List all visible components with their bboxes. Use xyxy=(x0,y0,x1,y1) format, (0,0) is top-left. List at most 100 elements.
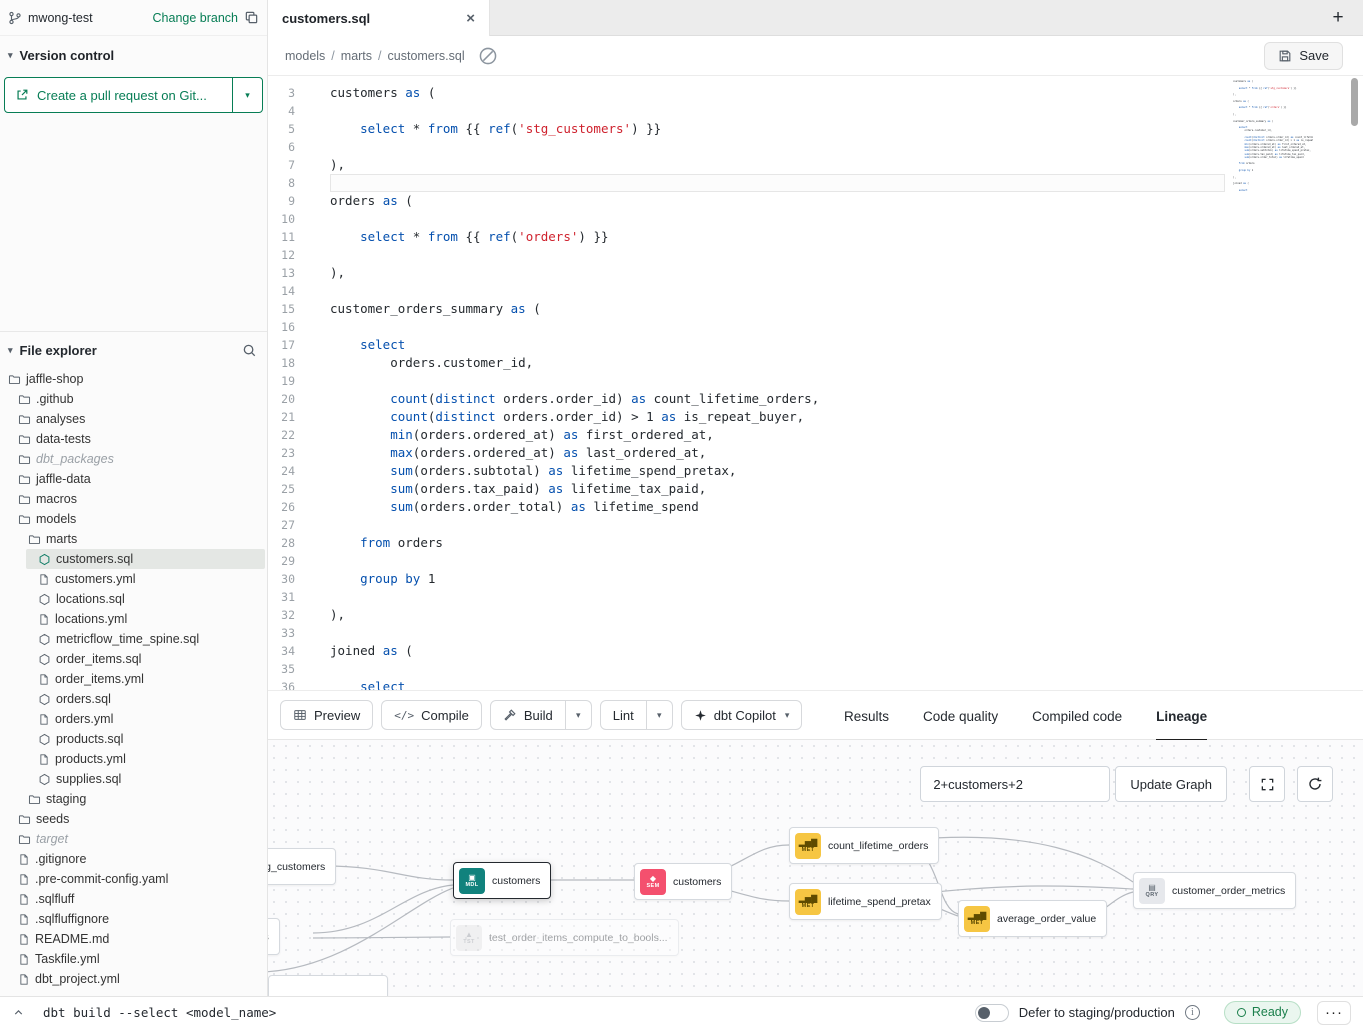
tree-item-metricflow_time_spine.sql[interactable]: metricflow_time_spine.sql xyxy=(0,629,267,649)
tree-item-products.sql[interactable]: products.sql xyxy=(0,729,267,749)
tree-item-.gitignore[interactable]: .gitignore xyxy=(0,849,267,869)
code-line-24: 24 sum(orders.subtotal) as lifetime_spen… xyxy=(268,462,1363,480)
code-editor[interactable]: 3customers as (45 select * from {{ ref('… xyxy=(268,76,1363,690)
version-control-header: ▾ Version control xyxy=(0,36,267,71)
tree-item-data-tests[interactable]: data-tests xyxy=(0,429,267,449)
chevron-down-icon[interactable]: ▾ xyxy=(8,346,13,355)
yml-icon xyxy=(38,673,50,686)
editor-scrollbar[interactable] xyxy=(1351,78,1358,126)
editor-minimap[interactable]: customers as ( select * from {{ ref('stg… xyxy=(1233,80,1313,212)
build-dropdown-button[interactable]: ▾ xyxy=(566,700,592,730)
new-tab-button[interactable]: + xyxy=(1325,5,1351,31)
tab-customers-sql[interactable]: customers.sql × xyxy=(268,0,490,36)
dbt-copilot-button[interactable]: dbt Copilot ▾ xyxy=(681,700,803,730)
build-button[interactable]: Build xyxy=(490,700,566,730)
lineage-node-test_order_items_compute_to_bools-[interactable]: ▲TSTtest_order_items_compute_to_bools... xyxy=(450,919,679,956)
lineage-node-customer_order_metrics[interactable]: ▤QRYcustomer_order_metrics xyxy=(1133,872,1296,909)
lint-dropdown-button[interactable]: ▾ xyxy=(647,700,673,730)
close-tab-icon[interactable]: × xyxy=(466,11,475,26)
fullscreen-button[interactable] xyxy=(1249,766,1285,802)
tree-item-.github[interactable]: .github xyxy=(0,389,267,409)
tab-compiled-code[interactable]: Compiled code xyxy=(1032,691,1122,741)
tree-item-orders.sql[interactable]: orders.sql xyxy=(0,689,267,709)
chevron-up-icon[interactable] xyxy=(12,1006,25,1019)
code-line-25: 25 sum(orders.tax_paid) as lifetime_tax_… xyxy=(268,480,1363,498)
tree-item-order_items.sql[interactable]: order_items.sql xyxy=(0,649,267,669)
tree-item-customers.sql[interactable]: customers.sql xyxy=(0,549,267,569)
tree-item-jaffle-shop[interactable]: jaffle-shop xyxy=(0,369,267,389)
tree-item-Taskfile.yml[interactable]: Taskfile.yml xyxy=(0,949,267,969)
tree-item-label: seeds xyxy=(36,812,69,826)
create-pr-button[interactable]: Create a pull request on Git... xyxy=(5,78,232,112)
tree-item-macros[interactable]: macros xyxy=(0,489,267,509)
tree-item-label: jaffle-data xyxy=(36,472,91,486)
lineage-node-customers[interactable]: ▣MDLcustomers xyxy=(453,862,551,899)
tree-item-orders.yml[interactable]: orders.yml xyxy=(0,709,267,729)
line-number: 33 xyxy=(268,624,305,642)
tree-item-target[interactable]: target xyxy=(0,829,267,849)
tree-item-marts[interactable]: marts xyxy=(0,529,267,549)
lineage-selector-input[interactable] xyxy=(920,766,1110,802)
tree-item-staging[interactable]: staging xyxy=(0,789,267,809)
tree-item-.pre-commit-config.yaml[interactable]: .pre-commit-config.yaml xyxy=(0,869,267,889)
command-input[interactable]: dbt build --select <model_name> xyxy=(43,1005,276,1020)
tree-item-locations.yml[interactable]: locations.yml xyxy=(0,609,267,629)
model-icon xyxy=(38,773,51,786)
tree-item-products.yml[interactable]: products.yml xyxy=(0,749,267,769)
tree-item-dbt_packages[interactable]: dbt_packages xyxy=(0,449,267,469)
chevron-down-icon[interactable]: ▾ xyxy=(8,51,13,60)
lineage-node-count_lifetime_orders[interactable]: ▂▅▇METcount_lifetime_orders xyxy=(789,827,939,864)
change-branch-link[interactable]: Change branch xyxy=(153,11,238,25)
compile-button[interactable]: </> Compile xyxy=(381,700,482,730)
tree-item-locations.sql[interactable]: locations.sql xyxy=(0,589,267,609)
preview-button[interactable]: Preview xyxy=(280,700,373,730)
lint-button[interactable]: Lint xyxy=(600,700,647,730)
editor-tab-bar: customers.sql × + xyxy=(268,0,1363,36)
update-graph-button[interactable]: Update Graph xyxy=(1115,766,1227,802)
line-number: 24 xyxy=(268,462,305,480)
line-number: 36 xyxy=(268,678,305,690)
circle-slash-icon[interactable] xyxy=(477,45,499,67)
create-pr-dropdown-button[interactable]: ▾ xyxy=(232,78,262,112)
defer-toggle[interactable] xyxy=(975,1004,1009,1022)
tree-item-.sqlfluffignore[interactable]: .sqlfluffignore xyxy=(0,909,267,929)
tab-code-quality[interactable]: Code quality xyxy=(923,691,998,741)
tree-item-README.md[interactable]: README.md xyxy=(0,929,267,949)
line-number: 32 xyxy=(268,606,305,624)
tree-item-analyses[interactable]: analyses xyxy=(0,409,267,429)
more-menu-button[interactable]: ··· xyxy=(1317,1001,1351,1025)
tree-item-label: .pre-commit-config.yaml xyxy=(35,872,168,886)
defer-label: Defer to staging/production xyxy=(1019,1005,1175,1020)
tree-item-seeds[interactable]: seeds xyxy=(0,809,267,829)
info-icon[interactable]: i xyxy=(1185,1005,1200,1020)
tab-results[interactable]: Results xyxy=(844,691,889,741)
search-icon[interactable] xyxy=(242,343,257,358)
tree-item-customers.yml[interactable]: customers.yml xyxy=(0,569,267,589)
lineage-node-lifetime_spend_pretax[interactable]: ▂▅▇METlifetime_spend_pretax xyxy=(789,883,942,920)
save-button[interactable]: Save xyxy=(1264,42,1343,70)
tree-item-dbt_project.yml[interactable]: dbt_project.yml xyxy=(0,969,267,989)
lineage-node-stg_customers[interactable]: ▣MDLstg_customers xyxy=(268,848,336,885)
hammer-icon xyxy=(503,708,517,722)
copy-branch-icon[interactable] xyxy=(244,10,259,25)
refresh-button[interactable] xyxy=(1297,766,1333,802)
line-number: 10 xyxy=(268,210,305,228)
tree-item-label: order_items.yml xyxy=(55,672,144,686)
version-control-title: Version control xyxy=(20,48,115,63)
line-number: 34 xyxy=(268,642,305,660)
line-number: 23 xyxy=(268,444,305,462)
tab-lineage[interactable]: Lineage xyxy=(1156,691,1207,741)
lineage-node-orders[interactable]: ▣MDLorders xyxy=(268,918,280,955)
tree-item-jaffle-data[interactable]: jaffle-data xyxy=(0,469,267,489)
node-badge-tst: ▲TST xyxy=(456,925,482,951)
tree-item-models[interactable]: models xyxy=(0,509,267,529)
tree-item-order_items.yml[interactable]: order_items.yml xyxy=(0,669,267,689)
lineage-node-customers[interactable]: ◆SEMcustomers xyxy=(634,863,732,900)
tree-item-supplies.sql[interactable]: supplies.sql xyxy=(0,769,267,789)
line-number: 6 xyxy=(268,138,305,156)
code-icon: </> xyxy=(394,709,414,722)
lineage-node-average_order_value[interactable]: ▂▅▇METaverage_order_value xyxy=(958,900,1107,937)
model-icon xyxy=(38,693,51,706)
line-number: 9 xyxy=(268,192,305,210)
tree-item-.sqlfluff[interactable]: .sqlfluff xyxy=(0,889,267,909)
